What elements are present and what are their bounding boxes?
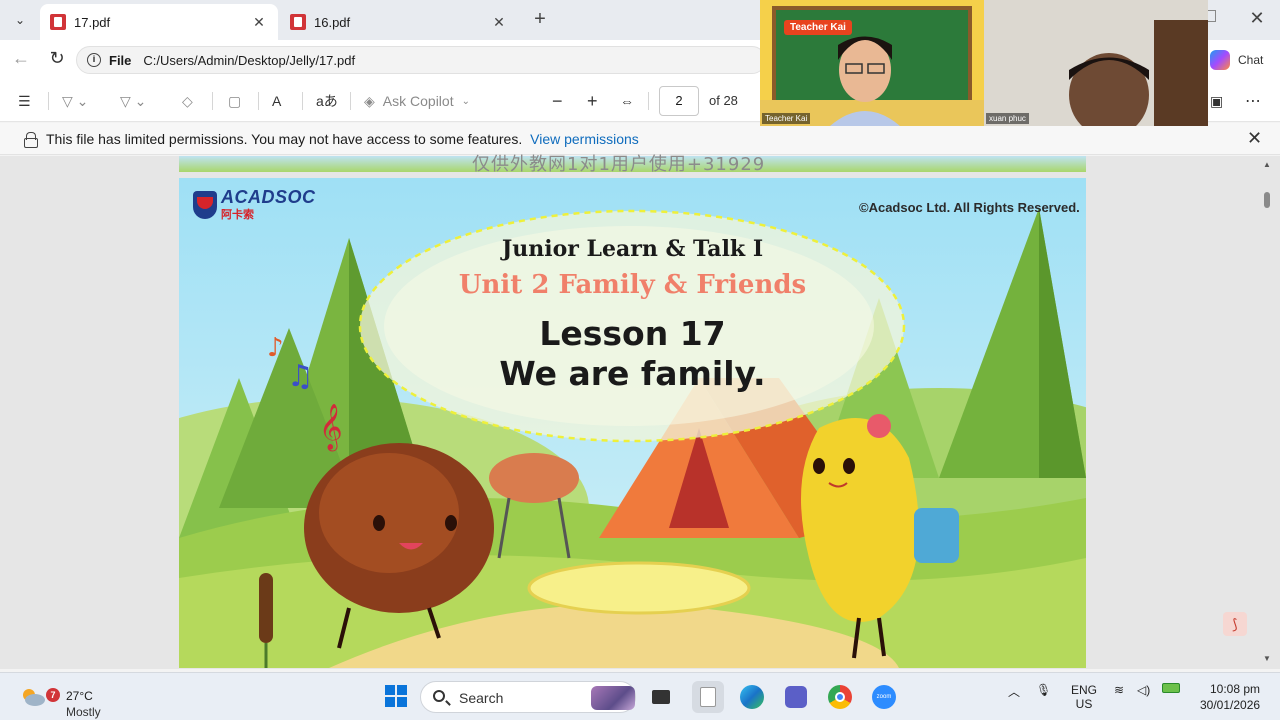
chrome-icon[interactable] <box>824 681 856 713</box>
zoom-app-icon[interactable]: zoom <box>868 681 900 713</box>
weather-temperature: 27°C <box>66 689 93 703</box>
zoom-in-icon[interactable]: + <box>587 90 598 112</box>
logo-chinese: 阿卡索 <box>221 209 254 221</box>
teams-icon[interactable] <box>780 681 812 713</box>
tab-close-icon[interactable]: ✕ <box>490 14 508 31</box>
scroll-up-arrow-icon[interactable]: ▲ <box>1263 160 1271 169</box>
pdf-file-icon <box>50 14 66 30</box>
clock-time[interactable]: 10:08 pm <box>1210 682 1260 696</box>
weather-alert-badge: 7 <box>46 688 60 702</box>
teacher-tag-label: Teacher Kai <box>784 20 852 35</box>
language-code: ENG <box>1071 683 1098 697</box>
reload-icon[interactable]: ↻ <box>46 48 68 69</box>
student-video-tile: xuan phuc <box>984 0 1208 126</box>
search-label: Search <box>459 690 504 706</box>
acadsoc-logo: ACADSOC 阿卡索 <box>193 188 316 222</box>
chat-label: Chat <box>1238 53 1264 67</box>
language-indicator[interactable]: ENG US <box>1071 683 1097 711</box>
edge-browser-icon[interactable] <box>736 681 768 713</box>
wifi-icon[interactable]: ≋ <box>1114 683 1124 697</box>
battery-icon[interactable] <box>1162 683 1180 693</box>
highlight-icon[interactable]: ▽ ⌄ <box>62 90 88 112</box>
teacher-video-tile: Teacher Kai Teacher Kai <box>760 0 984 126</box>
clock-date[interactable]: 30/01/2026 <box>1200 698 1260 712</box>
page-number-input[interactable]: 2 <box>659 86 699 116</box>
pdf-file-icon <box>290 14 306 30</box>
close-banner-icon[interactable]: ✕ <box>1247 128 1262 149</box>
weather-widget[interactable]: 7 27°C Mostly cloudy <box>16 681 136 720</box>
windows-start-icon[interactable] <box>385 685 407 707</box>
copilot-chat-button[interactable]: Chat <box>1210 50 1263 70</box>
windows-taskbar: 7 27°C Mostly cloudy Search zoom ︿ 🎙 ENG… <box>0 672 1280 720</box>
show-hidden-icons-chevron-icon[interactable]: ︿ <box>1008 683 1020 700</box>
student-name-label: xuan phuc <box>986 113 1029 124</box>
tab-label: 16.pdf <box>314 14 351 30</box>
draw-icon[interactable]: ▽ ⌄ <box>120 90 146 112</box>
new-tab-plus-icon[interactable]: + <box>528 8 552 32</box>
info-icon[interactable]: i <box>87 53 101 67</box>
search-highlight-image <box>591 686 635 710</box>
lesson-title: We are family. <box>499 354 766 393</box>
teacher-video-frame <box>760 0 984 126</box>
copilot-icon <box>1210 50 1230 70</box>
permission-message: This file has limited permissions. You m… <box>46 131 639 147</box>
copilot-outline-icon: ◈ <box>364 92 375 109</box>
svg-text:𝄞: 𝄞 <box>319 404 343 452</box>
taskbar-files-app-icon[interactable] <box>692 681 724 713</box>
save-icon[interactable]: ▣ <box>1210 90 1223 112</box>
tab-17-pdf[interactable]: 17.pdf ✕ <box>40 4 278 40</box>
scrollbar-thumb[interactable] <box>1264 192 1270 208</box>
add-text-icon[interactable]: ▢ <box>228 90 241 112</box>
read-aloud-icon[interactable]: A <box>272 90 281 112</box>
translate-icon[interactable]: aあ <box>316 90 338 112</box>
microphone-icon[interactable]: 🎙 <box>1036 683 1051 697</box>
ask-copilot-button[interactable]: ◈ Ask Copilot ⌄ <box>364 90 470 112</box>
address-bar[interactable]: i File C:/Users/Admin/Desktop/Jelly/17.p… <box>76 46 766 74</box>
task-view-icon[interactable] <box>645 681 677 713</box>
more-options-icon[interactable]: ⋯ <box>1245 90 1261 112</box>
search-icon <box>433 690 445 702</box>
fit-to-width-icon[interactable]: ⇔ <box>620 90 634 112</box>
pdf-page-slide: ♪ ♫ 𝄞 ACADSOC 阿卡索 ©Acadsoc Ltd. All Righ… <box>179 178 1086 668</box>
ask-copilot-label: Ask Copilot <box>382 93 454 109</box>
back-arrow-icon[interactable]: ← <box>10 48 32 69</box>
page-watermark: 仅供外教网1对1用户使用+31929 <box>472 154 766 175</box>
logo-brand: ACADSOC <box>221 187 316 207</box>
copyright-text: ©Acadsoc Ltd. All Rights Reserved. <box>859 200 1080 215</box>
weather-description: Mostly cloudy <box>66 705 101 720</box>
permission-text: This file has limited permissions. You m… <box>46 131 523 147</box>
eraser-icon[interactable]: ◇ <box>182 90 193 112</box>
address-scheme: File <box>109 52 132 68</box>
tab-label: 17.pdf <box>74 14 111 30</box>
lock-icon <box>24 132 38 148</box>
zoom-out-icon[interactable]: − <box>552 90 563 112</box>
scroll-down-arrow-icon[interactable]: ▼ <box>1263 654 1271 663</box>
acadsoc-logo-mark <box>193 191 217 219</box>
series-title: Junior Learn & Talk I <box>501 236 764 262</box>
taskbar-search-box[interactable]: Search <box>420 681 636 713</box>
student-video-frame <box>984 0 1208 126</box>
close-window-icon[interactable]: ✕ <box>1246 8 1268 29</box>
keyboard-region: US <box>1075 697 1093 711</box>
tab-actions-chevron-icon[interactable]: ⌄ <box>8 8 32 32</box>
partly-cloudy-icon <box>23 689 45 706</box>
tab-close-icon[interactable]: ✕ <box>250 14 268 31</box>
view-permissions-link[interactable]: View permissions <box>530 131 639 147</box>
lesson-number: Lesson 17 <box>539 314 726 353</box>
volume-icon[interactable]: ◁) <box>1137 683 1150 697</box>
unit-title: Unit 2 Family & Friends <box>458 270 807 300</box>
teacher-name-label: Teacher Kai <box>762 113 811 124</box>
page-total: of 28 <box>709 93 738 108</box>
address-path: C:/Users/Admin/Desktop/Jelly/17.pdf <box>143 52 356 68</box>
tab-16-pdf[interactable]: 16.pdf ✕ <box>280 4 518 40</box>
contents-list-icon[interactable]: ☰ <box>18 90 31 112</box>
acrobat-icon[interactable]: ⟆ <box>1223 612 1247 636</box>
